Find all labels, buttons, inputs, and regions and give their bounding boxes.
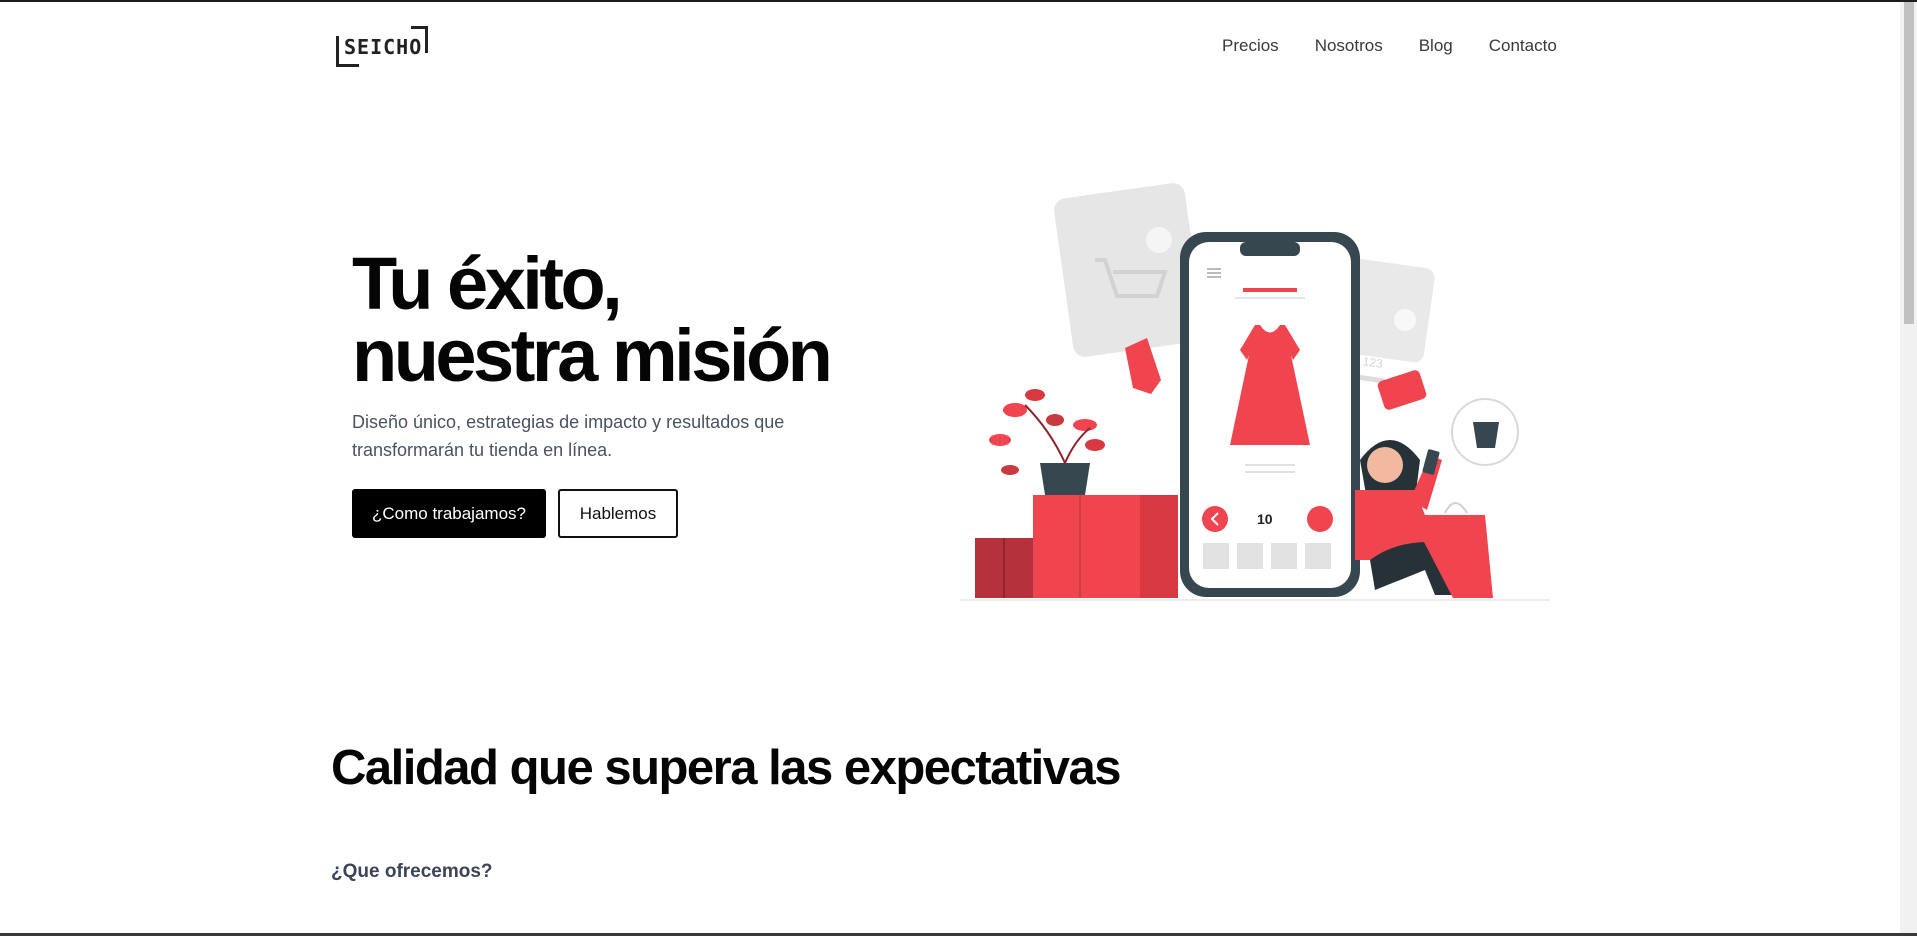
scrollbar-thumb[interactable] [1904, 2, 1914, 324]
page-scrollbar[interactable] [1900, 2, 1917, 933]
how-we-work-button[interactable]: ¿Como trabajamos? [352, 489, 546, 538]
logo-text: SEICHO [344, 35, 423, 59]
price-label: 10 [1257, 511, 1273, 527]
hero-title: Tu éxito, nuestra misión [352, 247, 833, 393]
chat-bubble-bag [1451, 398, 1519, 466]
brand-logo[interactable]: SEICHO [336, 26, 428, 67]
floating-wallet [1377, 370, 1427, 410]
hero-subtitle: Diseño único, estrategias de impacto y r… [352, 412, 785, 460]
nav-link-precios[interactable]: Precios [1222, 36, 1279, 56]
window-top-border [0, 0, 1917, 2]
phone-mockup: 10 [1180, 232, 1360, 597]
nav-link-contacto[interactable]: Contacto [1489, 36, 1557, 56]
hero-title-line1: Tu éxito, [352, 242, 623, 325]
lets-talk-button[interactable]: Hablemos [558, 489, 678, 538]
section-title: Calidad que supera las expectativas [331, 741, 1122, 795]
online-shopping-illustration: 56 567 790 123 10 [960, 183, 1550, 601]
main-nav: Precios Nosotros Blog Contacto [1222, 36, 1557, 56]
nav-link-blog[interactable]: Blog [1419, 36, 1453, 56]
plant-and-boxes [975, 389, 1178, 598]
nav-link-nosotros[interactable]: Nosotros [1315, 36, 1383, 56]
hero-title-line2: nuestra misión [352, 314, 833, 397]
section-subtitle: ¿Que ofrecemos? [331, 861, 493, 882]
